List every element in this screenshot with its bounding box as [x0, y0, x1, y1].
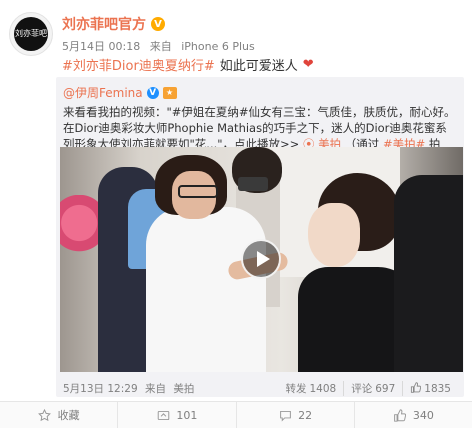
video-person-right — [394, 175, 463, 372]
comment-icon — [278, 408, 292, 422]
repost-forward[interactable]: 转发 1408 — [278, 381, 343, 396]
reposted-content: @伊周Femina V ★ 来看看我拍的视频："#伊姐在夏纳#仙女有三宝：气质佳… — [56, 77, 464, 397]
author-name[interactable]: 刘亦菲吧官方 — [62, 14, 146, 34]
repost-source-prefix: 来自 — [144, 383, 166, 395]
repost-author-name[interactable]: @伊周Femina — [63, 84, 143, 101]
avatar[interactable]: 刘亦菲吧 — [9, 12, 53, 56]
comment-button[interactable]: 22 — [235, 402, 354, 428]
video-artist-glasses — [178, 185, 218, 198]
post-meta: 5月14日 00:18 来自 iPhone 6 Plus — [62, 38, 261, 54]
source-prefix: 来自 — [149, 40, 172, 53]
video-thumbnail[interactable] — [60, 147, 463, 372]
collect-button[interactable]: 收藏 — [0, 402, 117, 428]
repost-date[interactable]: 5月13日 12:29 — [63, 383, 138, 395]
action-bar: 收藏 101 22 340 — [0, 401, 472, 428]
play-icon[interactable] — [241, 239, 281, 279]
repost-author-row: @伊周Femina V ★ — [63, 84, 177, 101]
camera-icon — [238, 177, 268, 191]
star-icon — [38, 408, 52, 422]
forward-icon — [156, 408, 170, 422]
comment-count: 22 — [298, 408, 313, 422]
post-body: 如此可爱迷人 — [219, 59, 298, 74]
weibo-post-card: 刘亦菲吧 刘亦菲吧官方 V 5月14日 00:18 来自 iPhone 6 Pl… — [0, 0, 472, 428]
source-device: iPhone 6 Plus — [181, 40, 255, 53]
video-makeup-artist — [146, 207, 266, 372]
video-model-face — [308, 203, 360, 267]
repost-comment-count: 697 — [375, 382, 396, 395]
repost-comment[interactable]: 评论 697 — [343, 381, 402, 396]
thumbs-up-icon — [410, 381, 422, 396]
forward-count: 101 — [176, 408, 198, 422]
repost-forward-label: 转发 — [285, 383, 307, 395]
repost-like[interactable]: 1835 — [402, 381, 458, 396]
avatar-text: 刘亦菲吧 — [14, 17, 48, 51]
collect-label: 收藏 — [57, 409, 80, 422]
like-button[interactable]: 340 — [353, 402, 472, 428]
repost-source-app: 美拍 — [173, 383, 195, 395]
thumbs-up-icon — [393, 408, 407, 422]
forward-button[interactable]: 101 — [117, 402, 235, 428]
repost-stats: 转发 1408 评论 697 1835 — [278, 381, 458, 396]
repost-like-count: 1835 — [424, 382, 451, 395]
repost-forward-count: 1408 — [309, 382, 337, 395]
repost-meta: 5月13日 12:29 来自 美拍 — [63, 381, 198, 396]
like-count: 340 — [412, 408, 434, 422]
author-row: 刘亦菲吧官方 V — [62, 14, 165, 34]
repost-comment-label: 评论 — [351, 383, 373, 395]
post-text: #刘亦菲Dior迪奥夏纳行# 如此可爱迷人 ❤ — [62, 55, 314, 74]
verified-badge-icon: V — [146, 86, 159, 99]
post-date[interactable]: 5月14日 00:18 — [62, 40, 140, 53]
topic-hashtag[interactable]: #刘亦菲Dior迪奥夏纳行# — [62, 55, 215, 74]
heart-icon: ❤ — [302, 57, 314, 72]
verified-badge-icon: V — [151, 17, 165, 31]
member-badge-icon: ★ — [162, 86, 177, 99]
